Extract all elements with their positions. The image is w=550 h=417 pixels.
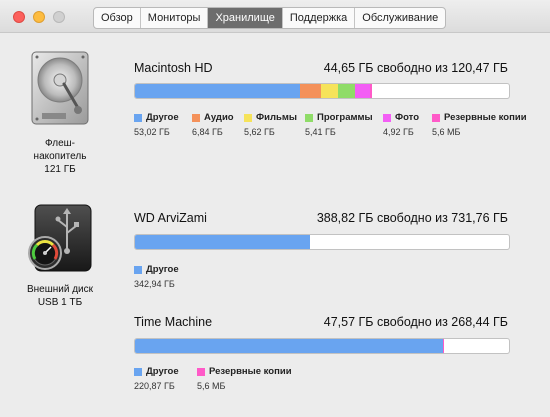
legend-swatch bbox=[134, 113, 142, 122]
drive-1-name: Macintosh HD bbox=[134, 61, 213, 75]
legend-item: Аудио 6,84 ГБ bbox=[192, 112, 234, 137]
legend-item-size: 5,6 МБ bbox=[197, 381, 226, 391]
legend-item-name: Аудио bbox=[204, 112, 234, 123]
legend-item: Резервные копии 5,6 МБ bbox=[197, 366, 292, 391]
legend-item: Другое 53,02 ГБ bbox=[134, 112, 179, 137]
usage-segment-6 bbox=[370, 84, 372, 98]
legend-item: Другое 342,94 ГБ bbox=[134, 264, 179, 289]
tab-storage[interactable]: Хранилище bbox=[208, 8, 283, 28]
tab-support[interactable]: Поддержка bbox=[283, 8, 356, 28]
legend-item-title: Фото bbox=[383, 112, 419, 123]
legend-item-title: Другое bbox=[134, 112, 179, 123]
drive-1-label-line-3: 121 ГБ bbox=[44, 164, 76, 175]
legend-item-size: 5,6 МБ bbox=[432, 127, 461, 137]
legend-item-title: Фильмы bbox=[244, 112, 297, 123]
usage-segment-2 bbox=[299, 84, 321, 98]
legend-item-title: Другое bbox=[134, 366, 179, 377]
window-titlebar: Обзор Мониторы Хранилище Поддержка Обслу… bbox=[0, 0, 550, 33]
legend-item-size: 4,92 ГБ bbox=[383, 127, 414, 137]
legend-swatch bbox=[192, 113, 200, 122]
tab-overview[interactable]: Обзор bbox=[94, 8, 141, 28]
legend-swatch bbox=[134, 367, 142, 376]
drive-2-name: WD ArviZami bbox=[134, 211, 207, 225]
usage-segment-5 bbox=[355, 84, 371, 98]
drive-1-label-line-1: Флеш- bbox=[44, 138, 76, 149]
internal-hdd-icon bbox=[31, 51, 89, 125]
legend-item-size: 5,41 ГБ bbox=[305, 127, 336, 137]
drive-3-name: Time Machine bbox=[134, 315, 213, 329]
legend-item-size: 53,02 ГБ bbox=[134, 127, 170, 137]
usage-segment-1 bbox=[135, 235, 311, 249]
legend-item-name: Другое bbox=[146, 366, 179, 377]
drive-2-label-line-1: Внешний диск bbox=[26, 284, 94, 295]
drive-3-usage-bar bbox=[134, 338, 510, 354]
drive-1-usage-bar bbox=[134, 83, 510, 99]
legend-swatch bbox=[244, 113, 252, 122]
legend-item-title: Аудио bbox=[192, 112, 234, 123]
tab-service[interactable]: Обслуживание bbox=[355, 8, 445, 28]
minimize-window-button[interactable] bbox=[33, 11, 45, 23]
usage-segment-2 bbox=[442, 339, 445, 353]
legend-item-title: Программы bbox=[305, 112, 373, 123]
close-window-button[interactable] bbox=[13, 11, 25, 23]
legend-item-size: 5,62 ГБ bbox=[244, 127, 275, 137]
legend-swatch bbox=[134, 265, 142, 274]
legend-item-title: Резервные копии bbox=[432, 112, 527, 123]
usage-segment-3 bbox=[320, 84, 339, 98]
legend-swatch bbox=[197, 367, 205, 376]
drive-2-label: Внешний диск USB 1 ТБ bbox=[15, 283, 105, 309]
legend-item: Программы 5,41 ГБ bbox=[305, 112, 373, 137]
legend-item-name: Программы bbox=[317, 112, 373, 123]
legend-item-name: Фото bbox=[395, 112, 420, 123]
legend-item-name: Другое bbox=[146, 264, 179, 275]
legend-item-size: 6,84 ГБ bbox=[192, 127, 223, 137]
usage-segment-1 bbox=[135, 339, 443, 353]
legend-item: Фильмы 5,62 ГБ bbox=[244, 112, 297, 137]
drive-2-label-line-2: USB 1 ТБ bbox=[37, 297, 83, 308]
legend-item-title: Другое bbox=[134, 264, 179, 275]
legend-swatch bbox=[305, 113, 313, 122]
tab-bar: Обзор Мониторы Хранилище Поддержка Обслу… bbox=[93, 7, 447, 29]
legend-item: Фото 4,92 ГБ bbox=[383, 112, 419, 137]
legend-item-name: Фильмы bbox=[256, 112, 297, 123]
drive-1-label: Флеш- накопитель 121 ГБ bbox=[20, 137, 100, 176]
legend-item-name: Резервные копии bbox=[444, 112, 527, 123]
legend-item-size: 220,87 ГБ bbox=[134, 381, 175, 391]
drive-1-label-line-2: накопитель bbox=[33, 151, 87, 162]
legend-item-title: Резервные копии bbox=[197, 366, 292, 377]
drive-1-free-space: 44,65 ГБ свободно из 120,47 ГБ bbox=[323, 61, 508, 75]
usage-segment-4 bbox=[338, 84, 356, 98]
usage-segment-1 bbox=[135, 84, 300, 98]
legend-item-name: Резервные копии bbox=[209, 366, 292, 377]
tab-displays[interactable]: Мониторы bbox=[141, 8, 209, 28]
drive-2-free-space: 388,82 ГБ свободно из 731,76 ГБ bbox=[316, 211, 508, 225]
legend-item: Другое 220,87 ГБ bbox=[134, 366, 179, 391]
drive-2-usage-bar bbox=[134, 234, 510, 250]
legend-item-size: 342,94 ГБ bbox=[134, 279, 175, 289]
external-usb-drive-icon bbox=[28, 204, 92, 272]
legend-swatch bbox=[383, 113, 391, 122]
legend-swatch bbox=[432, 113, 440, 122]
legend-item: Резервные копии 5,6 МБ bbox=[432, 112, 527, 137]
drive-3-free-space: 47,57 ГБ свободно из 268,44 ГБ bbox=[323, 315, 508, 329]
legend-item-name: Другое bbox=[146, 112, 179, 123]
zoom-window-button[interactable] bbox=[53, 11, 65, 23]
